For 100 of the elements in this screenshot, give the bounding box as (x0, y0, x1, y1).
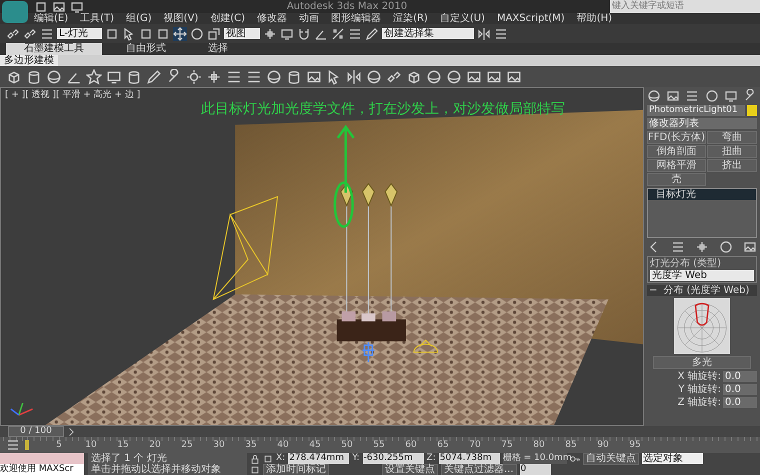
ribbon-tab[interactable]: 石墨建模工具 (6, 43, 102, 55)
bars-icon[interactable] (671, 240, 685, 254)
menu-item[interactable]: 渲染(R) (393, 13, 428, 24)
image-icon[interactable] (306, 68, 322, 84)
menu-item[interactable]: 视图(V) (164, 13, 198, 24)
menu-item[interactable]: 帮助(H) (576, 13, 612, 24)
menu-item[interactable]: 动画 (299, 13, 320, 24)
modifier-button[interactable]: FFD(长方体) (647, 131, 706, 144)
menu-item[interactable]: 图形编辑器 (331, 13, 382, 24)
image-icon[interactable] (743, 240, 757, 254)
menu-item[interactable]: 创建(C) (210, 13, 246, 24)
move-icon[interactable] (173, 26, 188, 40)
image-icon[interactable] (466, 68, 482, 84)
coordinate-field[interactable]: 5074.738m (438, 453, 500, 464)
magnet-icon[interactable] (297, 26, 312, 40)
rollout-toggle[interactable]: − (649, 285, 658, 296)
monitor-icon[interactable] (280, 26, 294, 40)
rotation-spinner[interactable]: 0.0 (723, 397, 757, 408)
search-field[interactable]: 键入关键字或短语 (610, 0, 760, 13)
selection-filter-dropdown[interactable]: L-灯光 (57, 28, 102, 39)
reference-coordinate-dropdown[interactable]: 视图 (224, 28, 260, 39)
menu-item[interactable]: 修改器 (257, 13, 288, 24)
cursor-icon[interactable] (326, 68, 342, 84)
square-icon[interactable] (250, 464, 260, 474)
percent-icon[interactable] (331, 26, 346, 40)
pencil-icon[interactable] (365, 26, 380, 40)
add-time-tag-button[interactable]: 添加时间标记 (263, 464, 329, 475)
bars-icon[interactable] (494, 26, 508, 40)
modifier-list-dropdown[interactable]: 修改器列表 (647, 118, 757, 129)
gear-icon[interactable] (186, 68, 202, 84)
star-icon[interactable] (86, 68, 102, 84)
rotation-spinner[interactable]: 0.0 (723, 371, 757, 382)
rotation-spinner[interactable]: 0.0 (723, 384, 757, 395)
app-logo-icon[interactable] (2, 1, 28, 23)
scale-icon[interactable] (207, 26, 222, 40)
image-icon[interactable] (52, 0, 66, 14)
monitor-icon[interactable] (724, 89, 738, 103)
chain-icon[interactable] (6, 26, 20, 40)
image-icon[interactable] (666, 89, 680, 103)
object-name-field[interactable]: PhotometricLight01 (647, 105, 745, 116)
modifier-button[interactable]: 弯曲 (707, 131, 757, 144)
menu-item[interactable]: 工具(T) (80, 13, 114, 24)
menu-item[interactable]: 编辑(E) (34, 13, 68, 24)
timeline-ruler[interactable]: 5 10 15 20 25 30 35 40 45 50 55 60 65 70 75 80 85 90 95 (0, 437, 760, 453)
viewport-label[interactable]: [ + ][ 透视 ][ 平滑 + 高光 + 边 ] (5, 90, 140, 101)
cylinder-icon[interactable] (26, 68, 42, 84)
chain-icon[interactable] (386, 68, 402, 84)
time-slider-thumb[interactable]: 0 / 100 (8, 426, 64, 437)
stack-item[interactable]: 目标灯光 (648, 189, 756, 200)
auto-key-button[interactable]: 自动关键点 (582, 452, 639, 464)
key-mode-dropdown[interactable]: 选定对象 (642, 453, 703, 464)
distribution-dropdown[interactable]: 光度学 Web (650, 270, 754, 281)
perspective-viewport[interactable]: [ + ][ 透视 ][ 平滑 + 高光 + 边 ] 此目标灯光加光度学文件，打在沙发上，对沙发做局部特写 (0, 87, 644, 426)
ribbon-panel-tab[interactable]: 多边形建模 (0, 55, 58, 66)
modifier-button[interactable]: 挤出 (707, 159, 757, 172)
modifier-button[interactable]: 倒角剖面 (647, 145, 706, 158)
cylinder-icon[interactable] (286, 68, 302, 84)
time-slider-track[interactable]: 0 / 100 (0, 426, 760, 437)
image-icon[interactable] (486, 68, 502, 84)
monitor-icon[interactable] (106, 68, 122, 84)
key-icon[interactable] (570, 454, 580, 464)
cylinder-icon[interactable] (126, 68, 142, 84)
mirror-icon[interactable] (346, 68, 362, 84)
modifier-button[interactable]: 网格平滑 (647, 159, 706, 172)
mirror-icon[interactable] (477, 26, 492, 40)
object-color-swatch[interactable] (747, 105, 757, 116)
monitor-icon[interactable] (70, 0, 84, 14)
ribbon-tab[interactable]: 选择 (190, 43, 246, 55)
coordinate-field[interactable]: -630.255m (362, 453, 424, 464)
pencil-icon[interactable] (146, 68, 162, 84)
square-icon[interactable] (139, 26, 154, 40)
rollout-header[interactable]: − 分布 (光度学 Web) (647, 285, 757, 296)
rotate-icon[interactable] (190, 26, 204, 40)
image-icon[interactable] (506, 68, 522, 84)
named-selection-dropdown[interactable]: 创建选择集 (382, 28, 474, 39)
square-icon[interactable] (263, 454, 273, 464)
menu-item[interactable]: 自定义(U) (440, 13, 485, 24)
lock-icon[interactable] (250, 454, 260, 464)
coordinate-field[interactable]: 278.474mm (288, 453, 350, 464)
key-filters-button[interactable]: 关键点过滤器... (441, 464, 517, 475)
square-icon[interactable] (34, 0, 48, 14)
ribbon-tab[interactable]: 自由形式 (108, 43, 184, 55)
bars-icon[interactable] (685, 89, 700, 103)
bars-icon[interactable] (348, 26, 362, 40)
modifier-button[interactable]: 壳 (647, 173, 706, 186)
set-key-button[interactable]: 设置关键点 (382, 464, 438, 475)
bars-icon[interactable] (226, 68, 242, 84)
menu-item[interactable]: 组(G) (126, 13, 152, 24)
web-file-button[interactable]: 多光 (653, 356, 751, 369)
current-frame-field[interactable]: 0 (520, 464, 551, 475)
modifier-button[interactable]: 扭曲 (707, 145, 757, 158)
square-icon[interactable] (105, 26, 120, 40)
menu-item[interactable]: MAXScript(M) (496, 13, 565, 24)
bars-icon[interactable] (246, 68, 262, 84)
frame-number: 45 (308, 440, 322, 450)
bars-icon[interactable] (6, 438, 20, 452)
square-icon[interactable] (156, 26, 170, 40)
chain-icon[interactable] (23, 26, 37, 40)
bars-icon[interactable] (40, 26, 54, 40)
axis-label: Z: (426, 453, 436, 464)
